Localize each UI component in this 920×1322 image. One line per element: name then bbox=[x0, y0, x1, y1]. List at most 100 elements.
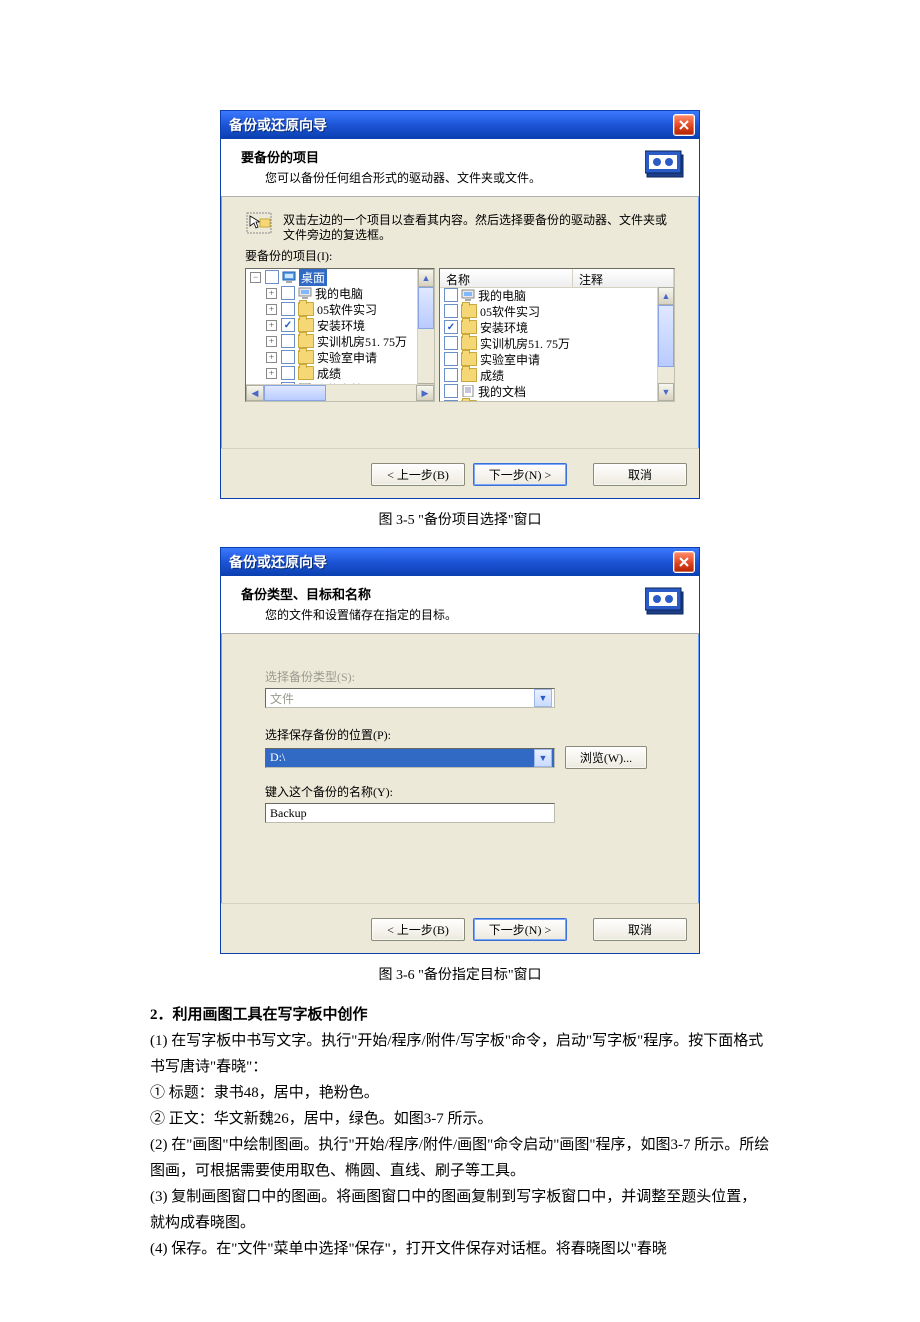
tree-row-root[interactable]: − 桌面 bbox=[246, 269, 418, 285]
list-row[interactable]: 实验室申请 bbox=[440, 351, 658, 367]
scroll-down-icon[interactable]: ▼ bbox=[658, 383, 674, 401]
tree-item-label: 安装环境 bbox=[317, 317, 365, 334]
expand-icon[interactable]: + bbox=[266, 304, 277, 315]
titlebar[interactable]: 备份或还原向导 bbox=[221, 548, 699, 576]
checkbox[interactable] bbox=[265, 270, 279, 284]
scroll-up-icon[interactable]: ▲ bbox=[658, 287, 674, 305]
expand-icon[interactable]: + bbox=[266, 352, 277, 363]
close-icon bbox=[679, 557, 689, 567]
next-button[interactable]: 下一步(N) > bbox=[473, 463, 567, 486]
tree-row[interactable]: + 实训机房51. 75万 bbox=[246, 333, 418, 349]
tape-icon bbox=[643, 147, 687, 185]
cancel-button[interactable]: 取消 bbox=[593, 463, 687, 486]
items-label: 要备份的项目(I): bbox=[245, 247, 675, 264]
list-item-label: 成绩 bbox=[480, 367, 504, 384]
backup-wizard-window-1: 备份或还原向导 要备份的项目 您可以备份任何组合形式的驱动器、文件夹或文件。 双… bbox=[220, 110, 700, 499]
list-item-label: 安装环境 bbox=[480, 319, 528, 336]
tree-row[interactable]: +05软件实习 bbox=[246, 301, 418, 317]
list-item-label: 实训机房51. 75万 bbox=[480, 335, 570, 352]
next-button[interactable]: 下一步(N) > bbox=[473, 918, 567, 941]
checkbox[interactable] bbox=[281, 302, 295, 316]
checkbox[interactable] bbox=[281, 318, 295, 332]
close-button[interactable] bbox=[673, 114, 695, 136]
folder-icon bbox=[461, 320, 477, 334]
tree-vertical-scrollbar[interactable]: ▲ ▼ bbox=[417, 269, 434, 401]
browse-button[interactable]: 浏览(W)... bbox=[565, 746, 647, 769]
wizard-heading: 备份类型、目标和名称 bbox=[241, 584, 643, 603]
backup-name-value: Backup bbox=[270, 806, 307, 821]
checkbox[interactable] bbox=[444, 384, 458, 398]
col-comment[interactable]: 注释 bbox=[573, 269, 674, 287]
checkbox[interactable] bbox=[281, 286, 295, 300]
list-item-label: 实验室申请 bbox=[480, 351, 540, 368]
expand-icon[interactable]: + bbox=[266, 336, 277, 347]
backup-type-combo: 文件 ▼ bbox=[265, 688, 555, 708]
scroll-up-icon[interactable]: ▲ bbox=[418, 269, 434, 287]
figure-caption-2: 图 3-6 "备份指定目标"窗口 bbox=[0, 964, 920, 984]
expand-icon[interactable]: + bbox=[266, 368, 277, 379]
tree-item-label: 实训机房51. 75万 bbox=[317, 333, 407, 350]
scroll-thumb-h[interactable] bbox=[264, 385, 326, 401]
cancel-button[interactable]: 取消 bbox=[593, 918, 687, 941]
checkbox[interactable] bbox=[444, 352, 458, 366]
window-title: 备份或还原向导 bbox=[229, 115, 327, 135]
folder-icon bbox=[298, 334, 314, 348]
folder-icon bbox=[298, 366, 314, 380]
para-line: (1) 在写字板中书写文字。执行"开始/程序/附件/写字板"命令，启动"写字板"… bbox=[150, 1028, 770, 1080]
checkbox[interactable] bbox=[281, 334, 295, 348]
titlebar[interactable]: 备份或还原向导 bbox=[221, 111, 699, 139]
tree-row[interactable]: + 安装环境 bbox=[246, 317, 418, 333]
backup-name-input[interactable]: Backup bbox=[265, 803, 555, 823]
list-row[interactable]: 教材 bbox=[440, 399, 658, 401]
tree-item-label: 成绩 bbox=[317, 365, 341, 382]
tree-horizontal-scrollbar[interactable]: ◀ ▶ bbox=[246, 384, 434, 401]
back-button[interactable]: < 上一步(B) bbox=[371, 918, 465, 941]
folder-icon bbox=[461, 336, 477, 350]
wizard-subheading: 您的文件和设置储存在指定的目标。 bbox=[241, 606, 643, 623]
folder-icon bbox=[298, 318, 314, 332]
folder-icon bbox=[461, 400, 477, 401]
list-row[interactable]: 实训机房51. 75万 bbox=[440, 335, 658, 351]
back-button[interactable]: < 上一步(B) bbox=[371, 463, 465, 486]
checkbox[interactable] bbox=[281, 366, 295, 380]
window-title: 备份或还原向导 bbox=[229, 552, 327, 572]
type-label: 选择备份类型(S): bbox=[265, 668, 655, 685]
name-label: 键入这个备份的名称(Y): bbox=[265, 783, 655, 800]
close-button[interactable] bbox=[673, 551, 695, 573]
scroll-thumb[interactable] bbox=[658, 305, 674, 367]
tree-row[interactable]: + 实验室申请 bbox=[246, 349, 418, 365]
list-pane[interactable]: 名称 注释 我的电脑05软件实习安装环境实训机房51. 75万实验室申请成绩我的… bbox=[439, 268, 675, 402]
list-row[interactable]: 成绩 bbox=[440, 367, 658, 383]
checkbox[interactable] bbox=[444, 288, 458, 302]
scroll-left-icon[interactable]: ◀ bbox=[246, 385, 264, 401]
checkbox[interactable] bbox=[281, 350, 295, 364]
hint-row: 双击左边的一个项目以查看其内容。然后选择要备份的驱动器、文件夹或文件旁边的复选框… bbox=[245, 211, 675, 243]
para-line: (3) 复制画图窗口中的图画。将画图窗口中的图画复制到写字板窗口中，并调整至题头… bbox=[150, 1184, 770, 1236]
list-row[interactable]: 我的文档 bbox=[440, 383, 658, 399]
checkbox[interactable] bbox=[444, 400, 458, 401]
tree-row[interactable]: + 成绩 bbox=[246, 365, 418, 381]
folder-icon bbox=[298, 302, 314, 316]
list-row[interactable]: 安装环境 bbox=[440, 319, 658, 335]
checkbox[interactable] bbox=[444, 336, 458, 350]
checkbox[interactable] bbox=[444, 304, 458, 318]
scroll-thumb[interactable] bbox=[418, 287, 434, 329]
collapse-icon[interactable]: − bbox=[250, 272, 261, 283]
expand-icon[interactable]: + bbox=[266, 288, 277, 299]
col-name[interactable]: 名称 bbox=[440, 269, 573, 287]
list-row[interactable]: 我的电脑 bbox=[440, 287, 658, 303]
tree-item-label: 实验室申请 bbox=[317, 349, 377, 366]
backup-wizard-window-2: 备份或还原向导 备份类型、目标和名称 您的文件和设置储存在指定的目标。 选择备份… bbox=[220, 547, 700, 954]
wizard-header: 备份类型、目标和名称 您的文件和设置储存在指定的目标。 bbox=[221, 576, 699, 634]
pc-icon bbox=[461, 289, 475, 301]
expand-icon[interactable]: + bbox=[266, 320, 277, 331]
chevron-down-icon[interactable]: ▼ bbox=[534, 749, 552, 767]
tree-pane[interactable]: − 桌面 +我的电脑+05软件实习+安装环境+实训机房51. 75万+实验室申请… bbox=[245, 268, 435, 402]
list-row[interactable]: 05软件实习 bbox=[440, 303, 658, 319]
tree-row[interactable]: +我的电脑 bbox=[246, 285, 418, 301]
list-vertical-scrollbar[interactable]: ▲ ▼ bbox=[657, 287, 674, 401]
scroll-right-icon[interactable]: ▶ bbox=[416, 385, 434, 401]
backup-location-combo[interactable]: D:\ ▼ bbox=[265, 748, 555, 768]
checkbox[interactable] bbox=[444, 368, 458, 382]
checkbox[interactable] bbox=[444, 320, 458, 334]
